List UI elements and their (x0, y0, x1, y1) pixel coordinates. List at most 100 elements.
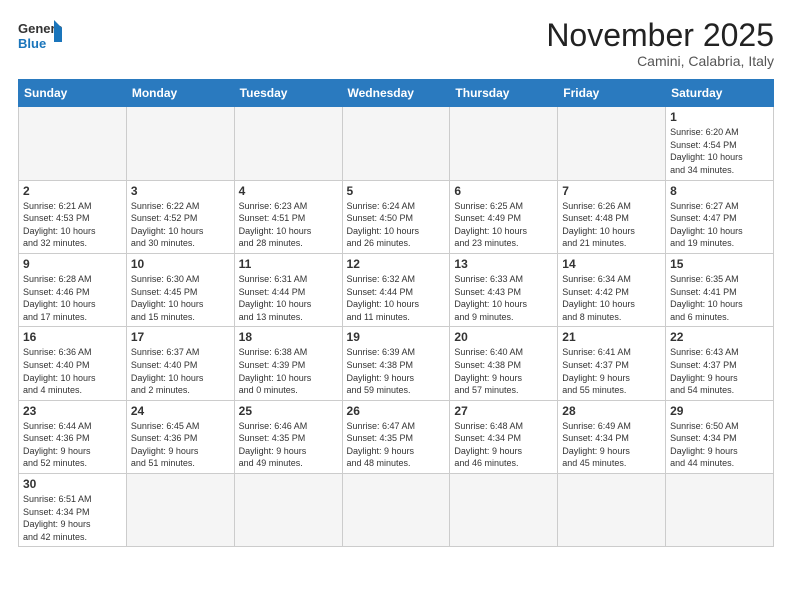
day-info: Sunrise: 6:36 AM Sunset: 4:40 PM Dayligh… (23, 346, 122, 396)
month-title: November 2025 (546, 18, 774, 53)
day-info: Sunrise: 6:35 AM Sunset: 4:41 PM Dayligh… (670, 273, 769, 323)
day-info: Sunrise: 6:22 AM Sunset: 4:52 PM Dayligh… (131, 200, 230, 250)
calendar-cell: 29 Sunrise: 6:50 AM Sunset: 4:34 PM Dayli… (666, 400, 774, 473)
calendar-cell (126, 107, 234, 180)
day-info: Sunrise: 6:21 AM Sunset: 4:53 PM Dayligh… (23, 200, 122, 250)
day-info: Sunrise: 6:23 AM Sunset: 4:51 PM Dayligh… (239, 200, 338, 250)
day-number: 1 (670, 110, 769, 124)
calendar-cell (666, 474, 774, 547)
day-number: 19 (347, 330, 446, 344)
calendar-cell: 9Sunrise: 6:28 AM Sunset: 4:46 PM Daylig… (19, 253, 127, 326)
header: General Blue November 2025 Camini, Calab… (18, 18, 774, 69)
day-number: 4 (239, 184, 338, 198)
calendar-cell: 26Sunrise: 6:47 AM Sunset: 4:35 PM Dayli… (342, 400, 450, 473)
day-info: Sunrise: 6:20 AM Sunset: 4:54 PM Dayligh… (670, 126, 769, 176)
day-number: 21 (562, 330, 661, 344)
day-number: 17 (131, 330, 230, 344)
day-number: 6 (454, 184, 553, 198)
day-info: Sunrise: 6:39 AM Sunset: 4:38 PM Dayligh… (347, 346, 446, 396)
calendar-cell (126, 474, 234, 547)
calendar-cell: 7 Sunrise: 6:26 AM Sunset: 4:48 PM Daylig… (558, 180, 666, 253)
calendar-cell: 15 Sunrise: 6:35 AM Sunset: 4:41 PM Dayli… (666, 253, 774, 326)
day-number: 22 (670, 330, 769, 344)
day-info: Sunrise: 6:46 AM Sunset: 4:35 PM Dayligh… (239, 420, 338, 470)
day-info: Sunrise: 6:50 AM Sunset: 4:34 PM Dayligh… (670, 420, 769, 470)
calendar-cell (450, 107, 558, 180)
calendar-cell: 19 Sunrise: 6:39 AM Sunset: 4:38 PM Dayli… (342, 327, 450, 400)
logo: General Blue (18, 18, 62, 56)
day-info: Sunrise: 6:25 AM Sunset: 4:49 PM Dayligh… (454, 200, 553, 250)
calendar-cell: 11Sunrise: 6:31 AM Sunset: 4:44 PM Dayli… (234, 253, 342, 326)
day-info: Sunrise: 6:41 AM Sunset: 4:37 PM Dayligh… (562, 346, 661, 396)
calendar-cell: 12Sunrise: 6:32 AM Sunset: 4:44 PM Dayli… (342, 253, 450, 326)
calendar-cell: 18 Sunrise: 6:38 AM Sunset: 4:39 PM Dayli… (234, 327, 342, 400)
day-number: 27 (454, 404, 553, 418)
calendar-cell: 5Sunrise: 6:24 AM Sunset: 4:50 PM Daylig… (342, 180, 450, 253)
weekday-header-wednesday: Wednesday (342, 80, 450, 107)
weekday-header-tuesday: Tuesday (234, 80, 342, 107)
day-number: 10 (131, 257, 230, 271)
calendar-cell: 3 Sunrise: 6:22 AM Sunset: 4:52 PM Daylig… (126, 180, 234, 253)
calendar-cell (234, 107, 342, 180)
calendar-cell (342, 474, 450, 547)
day-info: Sunrise: 6:31 AM Sunset: 4:44 PM Dayligh… (239, 273, 338, 323)
day-info: Sunrise: 6:28 AM Sunset: 4:46 PM Dayligh… (23, 273, 122, 323)
calendar-cell: 6 Sunrise: 6:25 AM Sunset: 4:49 PM Daylig… (450, 180, 558, 253)
calendar-cell: 23 Sunrise: 6:44 AM Sunset: 4:36 PM Dayli… (19, 400, 127, 473)
location: Camini, Calabria, Italy (546, 53, 774, 69)
calendar-cell (342, 107, 450, 180)
day-number: 15 (670, 257, 769, 271)
calendar-cell: 30 Sunrise: 6:51 AM Sunset: 4:34 PM Dayli… (19, 474, 127, 547)
calendar-cell: 8Sunrise: 6:27 AM Sunset: 4:47 PM Daylig… (666, 180, 774, 253)
day-number: 12 (347, 257, 446, 271)
day-info: Sunrise: 6:48 AM Sunset: 4:34 PM Dayligh… (454, 420, 553, 470)
day-info: Sunrise: 6:43 AM Sunset: 4:37 PM Dayligh… (670, 346, 769, 396)
calendar-cell: 20Sunrise: 6:40 AM Sunset: 4:38 PM Dayli… (450, 327, 558, 400)
calendar-cell: 24 Sunrise: 6:45 AM Sunset: 4:36 PM Dayli… (126, 400, 234, 473)
calendar-cell: 27 Sunrise: 6:48 AM Sunset: 4:34 PM Dayli… (450, 400, 558, 473)
calendar-cell: 14 Sunrise: 6:34 AM Sunset: 4:42 PM Dayli… (558, 253, 666, 326)
day-info: Sunrise: 6:51 AM Sunset: 4:34 PM Dayligh… (23, 493, 122, 543)
day-number: 20 (454, 330, 553, 344)
day-info: Sunrise: 6:33 AM Sunset: 4:43 PM Dayligh… (454, 273, 553, 323)
day-info: Sunrise: 6:45 AM Sunset: 4:36 PM Dayligh… (131, 420, 230, 470)
day-info: Sunrise: 6:34 AM Sunset: 4:42 PM Dayligh… (562, 273, 661, 323)
weekday-header-friday: Friday (558, 80, 666, 107)
calendar-cell: 1 Sunrise: 6:20 AM Sunset: 4:54 PM Daylig… (666, 107, 774, 180)
calendar-cell: 10 Sunrise: 6:30 AM Sunset: 4:45 PM Dayli… (126, 253, 234, 326)
day-number: 14 (562, 257, 661, 271)
generalblue-logo-icon: General Blue (18, 18, 62, 56)
day-number: 7 (562, 184, 661, 198)
calendar-table: SundayMondayTuesdayWednesdayThursdayFrid… (18, 79, 774, 547)
day-number: 24 (131, 404, 230, 418)
svg-text:Blue: Blue (18, 36, 46, 51)
weekday-header-thursday: Thursday (450, 80, 558, 107)
day-info: Sunrise: 6:30 AM Sunset: 4:45 PM Dayligh… (131, 273, 230, 323)
title-block: November 2025 Camini, Calabria, Italy (546, 18, 774, 69)
day-number: 18 (239, 330, 338, 344)
day-info: Sunrise: 6:44 AM Sunset: 4:36 PM Dayligh… (23, 420, 122, 470)
calendar-cell: 22 Sunrise: 6:43 AM Sunset: 4:37 PM Dayli… (666, 327, 774, 400)
day-number: 29 (670, 404, 769, 418)
day-number: 5 (347, 184, 446, 198)
weekday-header-sunday: Sunday (19, 80, 127, 107)
calendar-cell: 13 Sunrise: 6:33 AM Sunset: 4:43 PM Dayli… (450, 253, 558, 326)
day-number: 13 (454, 257, 553, 271)
page: General Blue November 2025 Camini, Calab… (0, 0, 792, 612)
weekday-header-monday: Monday (126, 80, 234, 107)
calendar-cell (19, 107, 127, 180)
day-number: 23 (23, 404, 122, 418)
day-info: Sunrise: 6:38 AM Sunset: 4:39 PM Dayligh… (239, 346, 338, 396)
day-number: 2 (23, 184, 122, 198)
calendar-cell (558, 474, 666, 547)
calendar-cell (558, 107, 666, 180)
calendar-cell: 25Sunrise: 6:46 AM Sunset: 4:35 PM Dayli… (234, 400, 342, 473)
day-info: Sunrise: 6:47 AM Sunset: 4:35 PM Dayligh… (347, 420, 446, 470)
day-number: 30 (23, 477, 122, 491)
day-number: 3 (131, 184, 230, 198)
calendar-cell: 16Sunrise: 6:36 AM Sunset: 4:40 PM Dayli… (19, 327, 127, 400)
day-info: Sunrise: 6:26 AM Sunset: 4:48 PM Dayligh… (562, 200, 661, 250)
calendar-cell: 2 Sunrise: 6:21 AM Sunset: 4:53 PM Daylig… (19, 180, 127, 253)
weekday-header-saturday: Saturday (666, 80, 774, 107)
day-info: Sunrise: 6:27 AM Sunset: 4:47 PM Dayligh… (670, 200, 769, 250)
